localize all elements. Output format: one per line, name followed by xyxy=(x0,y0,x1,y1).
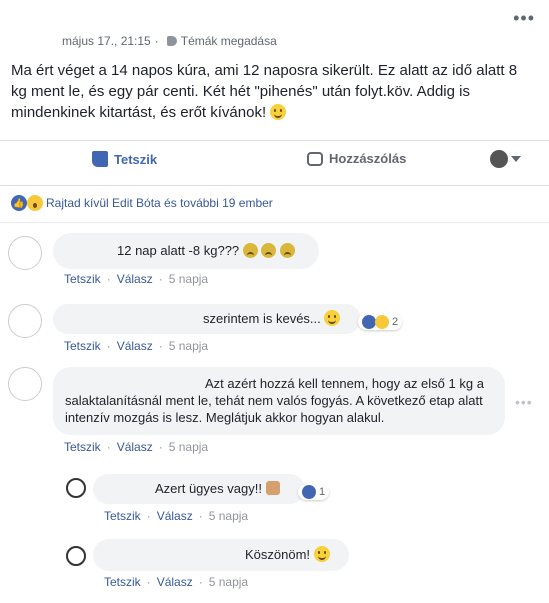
tag-icon xyxy=(166,36,177,46)
comment-text: szerintem is kevés... xyxy=(203,311,321,326)
comment-like-link[interactable]: Tetszik xyxy=(64,272,101,286)
smile-icon xyxy=(270,104,287,120)
comment-reply-link[interactable]: Válasz xyxy=(117,440,153,454)
comment-bubble: Azt azért hozzá kell tennem, hogy az els… xyxy=(53,367,505,435)
reply-text: Köszönöm! xyxy=(245,547,311,562)
divider xyxy=(0,222,549,223)
smile-icon xyxy=(313,546,330,562)
post-actions: Tetszik Hozzászólás xyxy=(0,140,549,179)
reaction-count: 2 xyxy=(392,316,399,328)
reply-bubble: Azert ügyes vagy!! xyxy=(93,474,305,504)
comment-bubble: szerintem is kevés... xyxy=(53,304,361,334)
comment-like-link[interactable]: Tetszik xyxy=(64,440,101,454)
sad-icon xyxy=(280,243,296,258)
reply-reaction-count[interactable]: 1 xyxy=(298,484,330,500)
comment-actions: Tetszik · Válasz · 5 napja xyxy=(64,272,209,286)
avatar[interactable] xyxy=(8,236,42,270)
reply-reply-link[interactable]: Válasz xyxy=(157,575,193,589)
comment-time[interactable]: 5 napja xyxy=(169,440,208,454)
sad-icon xyxy=(261,243,277,258)
reply-actions: Tetszik · Válasz · 5 napja xyxy=(104,575,249,589)
caret-down-icon xyxy=(511,156,521,162)
post-card: ••• május 17., 21:15 · Témák megadása Ma… xyxy=(0,0,549,186)
reply-like-link[interactable]: Tetszik xyxy=(104,509,141,523)
comment-time[interactable]: 5 napja xyxy=(169,339,208,353)
comment-like-link[interactable]: Tetszik xyxy=(64,339,101,353)
reply-text: Azert ügyes vagy!! xyxy=(155,481,262,496)
comment-reply-link[interactable]: Válasz xyxy=(117,272,153,286)
post-as-selector[interactable] xyxy=(490,150,521,168)
comment-time[interactable]: 5 napja xyxy=(169,272,208,286)
avatar[interactable] xyxy=(8,367,42,401)
comment-actions: Tetszik · Válasz · 5 napja xyxy=(64,440,209,454)
reactions-summary[interactable]: 👍 Rajtad kívül Edit Bóta és további 19 e… xyxy=(11,195,273,211)
like-button-label: Tetszik xyxy=(114,151,158,167)
like-reaction-icon: 👍 xyxy=(11,195,27,211)
post-body: Ma ért véget a 14 napos kúra, ami 12 nap… xyxy=(11,62,518,121)
comment-actions: Tetszik · Válasz · 5 napja xyxy=(64,339,209,353)
post-meta: május 17., 21:15 · Témák megadása xyxy=(62,34,277,48)
comment-text: Azt azért hozzá kell tennem, hogy az els… xyxy=(65,376,484,425)
comment-icon xyxy=(307,151,323,166)
comment-button-label: Hozzászólás xyxy=(329,151,407,166)
like-button[interactable]: Tetszik xyxy=(92,151,157,167)
comment-bubble: 12 nap alatt -8 kg??? xyxy=(53,233,319,269)
reaction-count: 1 xyxy=(319,486,326,498)
avatar[interactable] xyxy=(8,304,42,338)
post-date[interactable]: május 17., 21:15 xyxy=(62,34,151,48)
sad-icon xyxy=(242,243,258,258)
avatar[interactable] xyxy=(66,546,86,566)
tag-topics-link[interactable]: Témák megadása xyxy=(181,34,277,48)
comment-options-icon[interactable]: ••• xyxy=(515,394,533,410)
meta-separator: · xyxy=(154,34,159,48)
avatar xyxy=(490,150,508,168)
comment-text: 12 nap alatt -8 kg??? xyxy=(117,243,240,258)
like-reaction-icon xyxy=(302,485,316,499)
reply-like-link[interactable]: Tetszik xyxy=(104,575,141,589)
comment-button[interactable]: Hozzászólás xyxy=(307,151,406,166)
reply-actions: Tetszik · Válasz · 5 napja xyxy=(104,509,249,523)
post-text: Ma ért véget a 14 napos kúra, ami 12 nap… xyxy=(11,60,533,123)
smile-icon xyxy=(324,310,341,326)
comment-reply-link[interactable]: Válasz xyxy=(117,339,153,353)
like-reaction-icon xyxy=(362,315,376,329)
like-icon xyxy=(92,151,108,167)
avatar[interactable] xyxy=(66,478,86,498)
more-options-icon[interactable]: ••• xyxy=(513,8,535,29)
wow-icon xyxy=(27,195,43,211)
comment-reaction-count[interactable]: 2 xyxy=(358,314,403,330)
reply-time[interactable]: 5 napja xyxy=(209,575,248,589)
reply-time[interactable]: 5 napja xyxy=(209,509,248,523)
haha-icon xyxy=(375,315,389,329)
reactions-text[interactable]: Rajtad kívül Edit Bóta és további 19 emb… xyxy=(46,196,273,210)
reply-bubble: Köszönöm! xyxy=(93,539,349,571)
thumbs-up-icon xyxy=(265,481,280,495)
reply-reply-link[interactable]: Válasz xyxy=(157,509,193,523)
